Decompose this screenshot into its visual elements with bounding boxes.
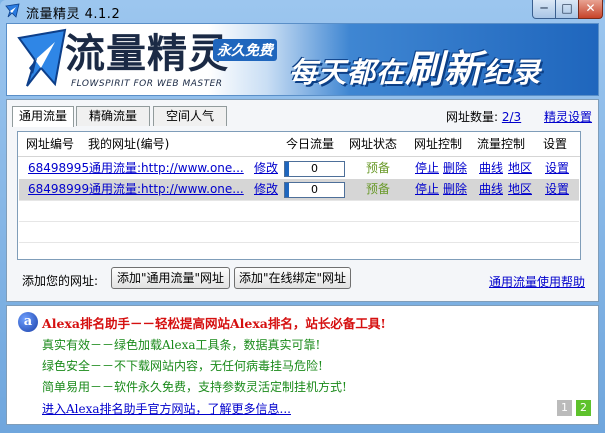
stop-link[interactable]: 停止 — [415, 158, 439, 179]
alexa-official-site-link[interactable]: 进入Alexa排名助手官方网站，了解更多信息... — [42, 400, 291, 417]
app-logo-icon — [5, 3, 20, 18]
slogan-part-2: 刷新 — [405, 47, 484, 91]
url-table: 网址编号 我的网址(编号) 今日流量 网址状态 网址控制 流量控制 设置 684… — [17, 131, 581, 260]
free-badge: 永久免费 — [213, 39, 277, 61]
curve-link[interactable]: 曲线 — [479, 158, 503, 179]
slogan-part-1: 每天都在 — [289, 56, 406, 89]
maximize-button[interactable]: □ — [555, 0, 579, 19]
brand-subtitle: FLOWSPIRIT FOR WEB MASTER — [71, 79, 223, 89]
info-line: 简单易用－－软件永久免费，支持参数灵活定制挂机方式! — [42, 380, 347, 394]
alexa-icon: a — [18, 312, 38, 332]
slogan-part-3: 纪录 — [483, 56, 542, 89]
table-row[interactable]: 68498995 通用流量:http://www.one... 修改 0 预备 … — [19, 158, 579, 179]
edit-link[interactable]: 修改 — [254, 158, 278, 179]
page-1-button[interactable]: 1 — [557, 400, 572, 416]
col-header-traffic: 今日流量 — [286, 137, 335, 151]
row-divider — [19, 242, 579, 243]
brand-name: 流量精灵 — [65, 31, 229, 77]
traffic-counter: 0 — [284, 161, 345, 177]
url-id-link[interactable]: 68498995 — [28, 158, 89, 179]
col-header-url-control: 网址控制 — [414, 137, 463, 151]
tab-precise-traffic[interactable]: 精确流量 — [76, 106, 150, 126]
url-link[interactable]: 通用流量:http://www.one... — [89, 179, 247, 200]
col-header-settings: 设置 — [543, 137, 568, 151]
url-link[interactable]: 通用流量:http://www.one... — [89, 158, 247, 179]
info-line: 绿色安全－－不下载网站内容，无任何病毒挂马危险! — [42, 359, 323, 373]
row-settings-link[interactable]: 设置 — [545, 179, 569, 200]
add-general-traffic-button[interactable]: 添加"通用流量"网址 — [111, 267, 230, 289]
table-row-selected[interactable]: 68498999 通用流量:http://www.one... 修改 0 预备 … — [19, 179, 579, 200]
row-divider — [19, 200, 579, 201]
page-2-button[interactable]: 2 — [576, 400, 591, 416]
edit-link[interactable]: 修改 — [254, 179, 278, 200]
url-count-link[interactable]: 2/3 — [502, 110, 521, 124]
app-window: 流量精灵 4.1.2 ─ □ ✕ 流量精灵 FLOWSPIRIT FOR WEB… — [0, 0, 605, 433]
status-text: 预备 — [366, 182, 391, 196]
add-online-bind-button[interactable]: 添加"在线绑定"网址 — [234, 267, 351, 289]
col-header-url: 我的网址(编号) — [88, 137, 170, 151]
window-title: 流量精灵 4.1.2 — [26, 7, 121, 22]
info-title: Alexa排名助手－－轻松提高网站Alexa排名，站长必备工具! — [42, 316, 386, 331]
spirit-logo-icon — [17, 28, 67, 87]
col-header-traffic-control: 流量控制 — [477, 137, 526, 151]
tab-space-popularity[interactable]: 空间人气 — [153, 106, 227, 126]
traffic-counter: 0 — [284, 182, 345, 198]
banner: 流量精灵 FLOWSPIRIT FOR WEB MASTER 永久免费 每天都在… — [6, 23, 599, 96]
delete-link[interactable]: 删除 — [443, 158, 467, 179]
delete-link[interactable]: 删除 — [443, 179, 467, 200]
region-link[interactable]: 地区 — [508, 158, 532, 179]
url-id-link[interactable]: 68498999 — [28, 179, 89, 200]
url-count-label: 网址数量: — [446, 110, 499, 124]
minimize-button[interactable]: ─ — [532, 0, 556, 19]
col-header-id: 网址编号 — [26, 137, 75, 151]
slogan: 每天都在刷新纪录 — [289, 38, 541, 93]
title-bar[interactable]: 流量精灵 4.1.2 ─ □ ✕ — [0, 0, 605, 22]
add-url-label: 添加您的网址: — [22, 274, 99, 288]
row-settings-link[interactable]: 设置 — [545, 158, 569, 179]
region-link[interactable]: 地区 — [508, 179, 532, 200]
status-text: 预备 — [366, 161, 391, 175]
header-divider — [18, 156, 580, 157]
tab-general-traffic[interactable]: 通用流量 — [12, 106, 74, 127]
info-line: 真实有效－－绿色加载Alexa工具条，数据真实可靠! — [42, 338, 321, 352]
spirit-settings-link[interactable]: 精灵设置 — [544, 108, 592, 125]
url-count: 网址数量: 2/3 — [446, 108, 521, 125]
col-header-status: 网址状态 — [349, 137, 398, 151]
stop-link[interactable]: 停止 — [415, 179, 439, 200]
general-traffic-help-link[interactable]: 通用流量使用帮助 — [489, 273, 585, 290]
close-button[interactable]: ✕ — [578, 0, 603, 19]
row-divider — [19, 221, 579, 222]
curve-link[interactable]: 曲线 — [479, 179, 503, 200]
